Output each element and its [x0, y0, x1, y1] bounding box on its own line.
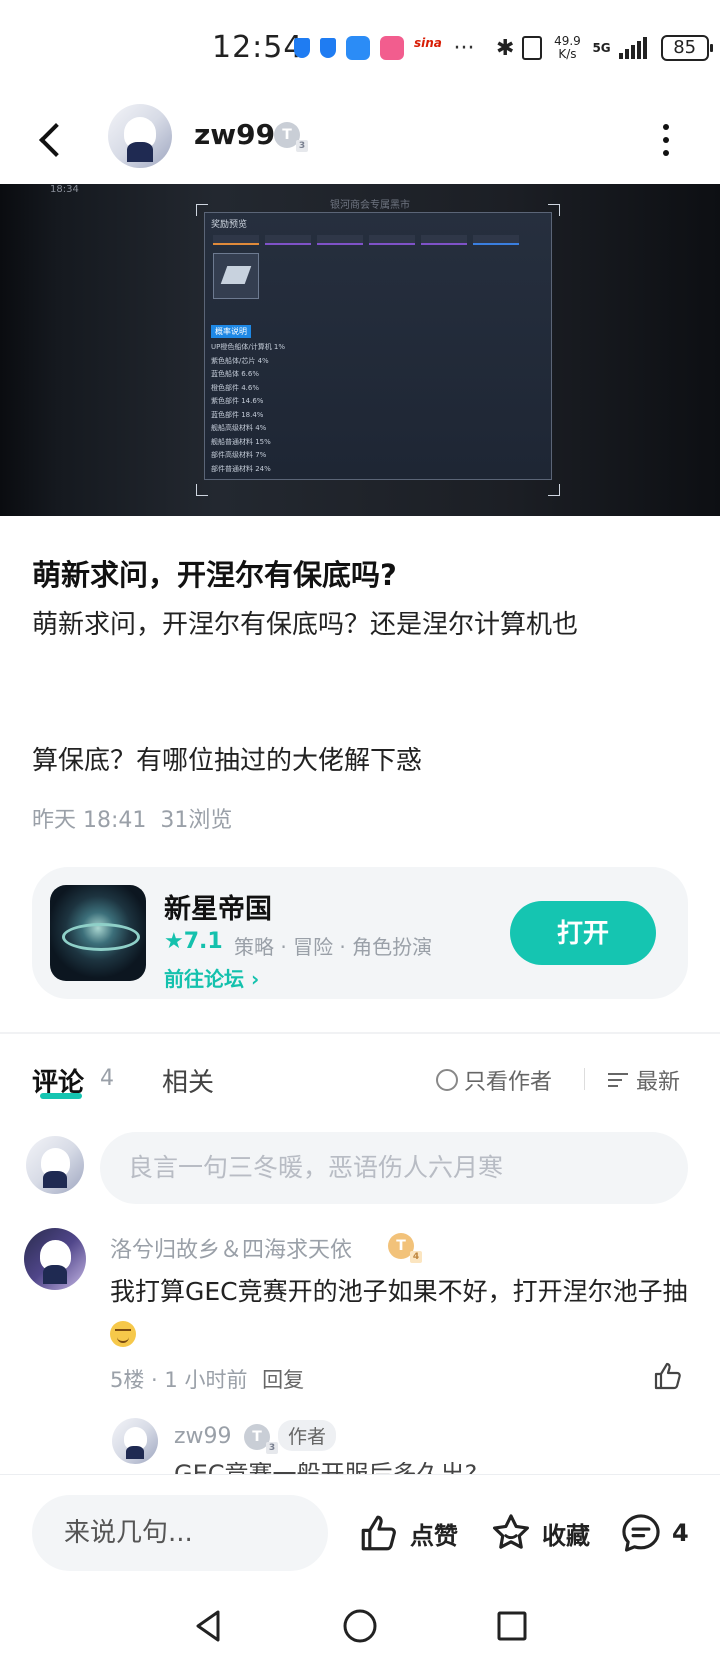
divider [0, 1032, 720, 1034]
notification-icons: sina ··· [294, 34, 478, 62]
panel-title: 奖励预览 [211, 220, 248, 230]
divider [584, 1068, 585, 1090]
radio-icon [436, 1069, 458, 1091]
more-notifications-icon: ··· [453, 35, 475, 61]
network-speed: 49.9 K/s [554, 34, 581, 61]
bluetooth-icon: ✱ [496, 35, 515, 61]
game-name: 新星帝国 [164, 894, 272, 925]
commenter-name[interactable]: 洛兮归故乡＆四海求天依 [110, 1232, 352, 1264]
battery-icon: 85 [660, 35, 713, 61]
post-body-line: 算保底？有哪位抽过的大佬解下惑 [32, 746, 423, 776]
commenter-avatar[interactable] [24, 1228, 86, 1290]
comments-button[interactable]: 4 [620, 1497, 689, 1569]
thumbs-up-icon [361, 1515, 396, 1551]
post-image[interactable]: 18:34 银河商会专属黑市 奖励预览 概率说明 UP橙色船体/计算机 1% 紫… [0, 184, 720, 516]
system-nav-bar [0, 1582, 720, 1676]
vibrate-icon [522, 36, 543, 60]
sort-button[interactable]: 最新 [608, 1064, 680, 1096]
comment-bubble-icon [622, 1514, 660, 1552]
image-timestamp: 18:34 [50, 184, 79, 195]
game-score: ★7.1 [164, 929, 223, 954]
reply-avatar[interactable] [112, 1418, 158, 1464]
nav-back-icon[interactable] [184, 1602, 232, 1650]
reward-slots [213, 235, 519, 245]
like-button[interactable]: 点赞 [358, 1497, 458, 1569]
rate-list: UP橙色船体/计算机 1% 紫色船体/芯片 4% 蓝色船体 6.6% 橙色部件 … [211, 343, 286, 473]
nav-recents-icon[interactable] [488, 1602, 536, 1650]
level-badge: T3 [244, 1424, 278, 1454]
reward-preview-panel: 奖励预览 概率说明 UP橙色船体/计算机 1% 紫色船体/芯片 4% 蓝色船体 … [204, 212, 552, 480]
comment-count: 4 [672, 1519, 689, 1547]
post-meta: 昨天 18:41 31浏览 [32, 808, 233, 833]
nav-home-icon[interactable] [336, 1602, 384, 1650]
crystal-icon [213, 253, 259, 299]
reply-author-name[interactable]: zw99 [174, 1424, 232, 1449]
like-label: 点赞 [410, 1521, 458, 1550]
forum-link[interactable]: 前往论坛 › [164, 963, 259, 992]
post-header: zw99 T3 [0, 96, 720, 184]
only-author-toggle[interactable]: 只看作者 [436, 1064, 552, 1096]
shield-icon [320, 38, 336, 58]
status-bar: 12:54 sina ··· ✱ 49.9 K/s 5G 85 [0, 0, 720, 96]
more-options-button[interactable] [650, 118, 682, 162]
post-title: 萌新求问，开涅尔有保底吗? [32, 558, 397, 592]
sort-icon [608, 1071, 630, 1089]
grin-emoji-icon [110, 1321, 136, 1347]
network-type: 5G [592, 40, 611, 55]
thumbs-up-icon[interactable] [652, 1360, 684, 1392]
back-button[interactable] [30, 114, 78, 166]
active-tab-indicator [40, 1093, 82, 1099]
status-time: 12:54 [212, 30, 304, 65]
reply-text: GEC竞赛一般开服后多久出? [174, 1462, 477, 1474]
comments-count: 4 [100, 1066, 114, 1091]
comment-meta: 5楼 · 1 小时前 回复 [110, 1368, 305, 1392]
author-avatar[interactable] [108, 104, 172, 168]
game-tags: 策略 · 冒险 · 角色扮演 [234, 935, 433, 959]
game-icon [50, 885, 146, 981]
author-name[interactable]: zw99 [194, 118, 275, 151]
bottom-action-bar: 来说几句... 点赞 收藏 4 [0, 1474, 720, 1582]
rate-tag: 概率说明 [211, 325, 251, 338]
favorite-button[interactable]: 收藏 [490, 1497, 590, 1569]
tab-related[interactable]: 相关 [162, 1062, 214, 1099]
comment-input[interactable]: 良言一句三冬暖，恶语伤人六月寒 [100, 1132, 688, 1204]
game-card[interactable]: 新星帝国 ★7.1 策略 · 冒险 · 角色扮演 前往论坛 › 打开 [32, 867, 688, 999]
message-icon [346, 36, 370, 60]
sina-icon: sina [414, 36, 442, 50]
author-tag: 作者 [278, 1420, 337, 1451]
level-badge: T4 [388, 1233, 422, 1263]
open-game-button[interactable]: 打开 [510, 901, 656, 965]
bilibili-icon [380, 36, 404, 60]
shield-icon [294, 38, 310, 58]
reply-button[interactable]: 回复 [262, 1368, 304, 1392]
comment-text: 我打算GEC竞赛开的池子如果不好，打开涅尔池子抽 [110, 1270, 690, 1356]
quick-comment-input[interactable]: 来说几句... [32, 1495, 328, 1571]
level-badge: T3 [274, 122, 308, 152]
favorite-label: 收藏 [542, 1521, 590, 1550]
system-icons: ✱ 49.9 K/s 5G 85 [496, 32, 713, 64]
signal-icon [618, 37, 647, 59]
post-body-line: 萌新求问，开涅尔有保底吗？还是涅尔计算机也 [32, 610, 579, 640]
my-avatar [26, 1136, 84, 1194]
image-banner: 银河商会专属黑市 [330, 200, 410, 211]
star-icon [493, 1514, 529, 1549]
